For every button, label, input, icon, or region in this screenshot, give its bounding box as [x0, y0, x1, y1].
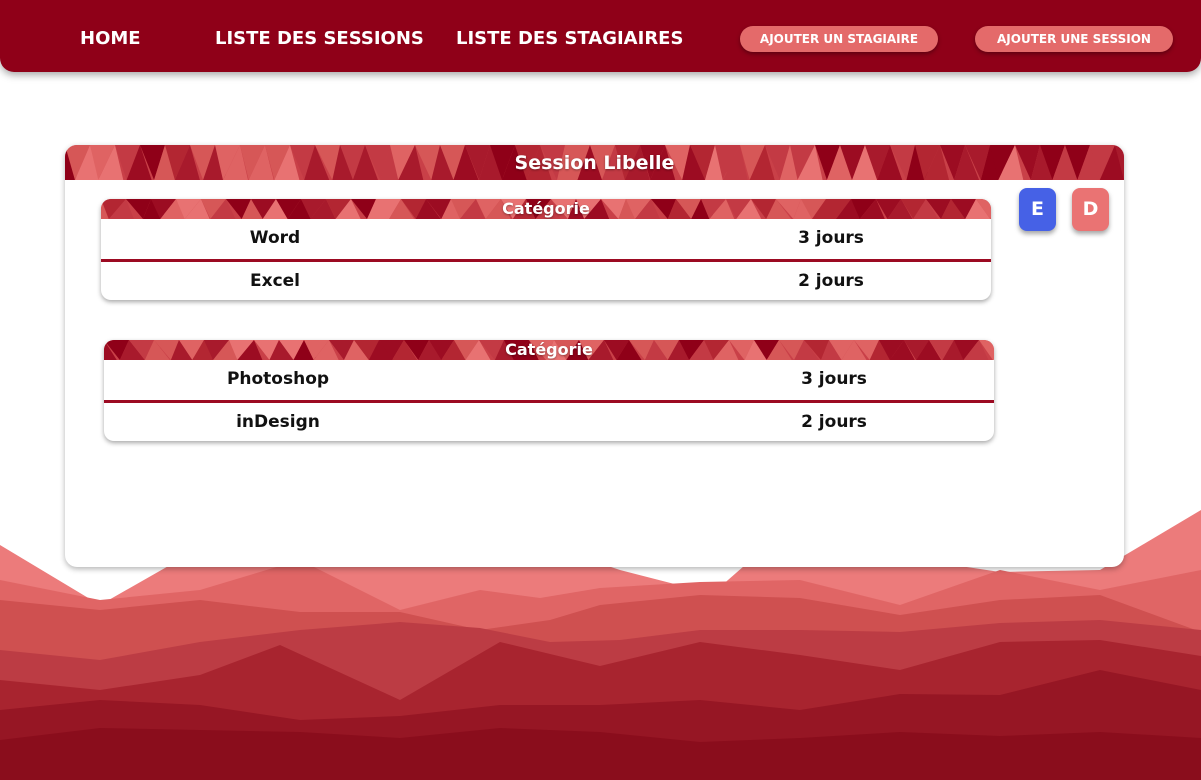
module-name: Excel	[249, 271, 300, 291]
category-block: Catégorie Photoshop 3 jours inDesign 2 j…	[104, 340, 994, 441]
module-row: inDesign 2 jours	[104, 403, 994, 441]
add-trainee-button[interactable]: AJOUTER UN STAGIAIRE	[740, 26, 938, 52]
session-title: Session Libelle	[514, 152, 675, 174]
nav-home-link[interactable]: HOME	[80, 26, 141, 52]
module-duration: 2 jours	[798, 271, 864, 291]
module-name: Word	[249, 228, 301, 248]
session-header: Session Libelle	[65, 145, 1124, 180]
edit-session-button[interactable]: E	[1019, 188, 1056, 231]
module-name: Photoshop	[226, 369, 330, 389]
module-name: inDesign	[236, 412, 320, 432]
module-duration: 3 jours	[798, 228, 864, 248]
module-row: Word 3 jours	[101, 219, 991, 259]
category-block: Catégorie Word 3 jours Excel 2 jours	[101, 199, 991, 300]
category-header: Catégorie	[101, 199, 991, 219]
category-title: Catégorie	[505, 340, 593, 359]
category-header: Catégorie	[104, 340, 994, 360]
nav-trainees-link[interactable]: LISTE DES STAGIAIRES	[456, 26, 683, 52]
nav-sessions-link[interactable]: LISTE DES SESSIONS	[215, 26, 424, 52]
add-session-button[interactable]: AJOUTER UNE SESSION	[975, 26, 1173, 52]
top-navigation-bar: HOME LISTE DES SESSIONS LISTE DES STAGIA…	[0, 0, 1201, 72]
category-title: Catégorie	[502, 199, 590, 218]
module-row: Photoshop 3 jours	[104, 360, 994, 400]
delete-session-button[interactable]: D	[1072, 188, 1109, 231]
session-card: Session Libelle Catégorie Word 3 jours E…	[65, 145, 1124, 567]
module-row: Excel 2 jours	[101, 262, 991, 300]
module-duration: 2 jours	[801, 412, 867, 432]
module-duration: 3 jours	[801, 369, 867, 389]
